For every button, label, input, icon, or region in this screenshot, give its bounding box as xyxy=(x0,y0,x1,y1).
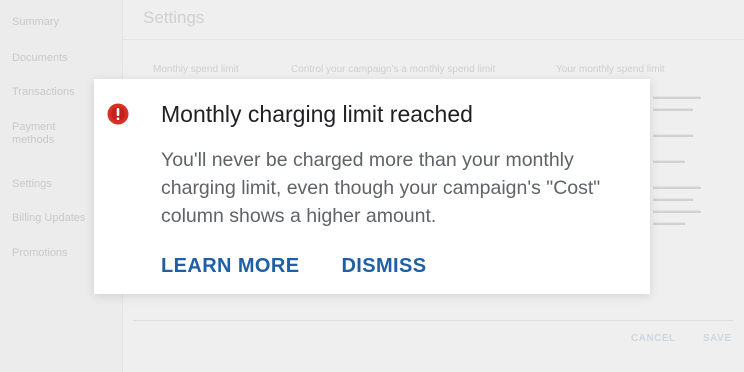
sidebar-item-settings[interactable]: Settings xyxy=(12,178,52,191)
dialog-title: Monthly charging limit reached xyxy=(161,101,473,127)
ghost-text-line: ▬▬▬▬▬ xyxy=(653,194,693,203)
ghost-text-line: ▬▬▬▬▬▬ xyxy=(653,182,701,191)
setting-row-description: Control your campaign's a monthly spend … xyxy=(291,64,496,75)
page-title: Settings xyxy=(143,8,205,27)
learn-more-button[interactable]: LEARN MORE xyxy=(161,255,299,278)
cancel-button[interactable]: CANCEL xyxy=(631,333,676,344)
ghost-text-line: ▬▬▬▬ xyxy=(653,218,685,227)
ghost-text-line: ▬▬▬▬▬ xyxy=(653,104,693,113)
ghost-text-line: ▬▬▬▬ xyxy=(653,156,685,165)
ghost-text-line: ▬▬▬▬▬▬ xyxy=(653,206,701,215)
header-divider xyxy=(123,39,744,40)
ghost-text-line: ▬▬▬▬▬▬ xyxy=(653,92,701,101)
alert-circle-icon xyxy=(107,103,129,125)
setting-row-label: Monthly spend limit xyxy=(153,64,239,75)
sidebar-item-promotions[interactable]: Promotions xyxy=(12,247,68,260)
setting-row-right-label: Your monthly spend limit xyxy=(556,64,665,75)
footer-divider xyxy=(133,320,733,321)
sidebar-item-transactions[interactable]: Transactions xyxy=(12,86,75,99)
sidebar-item-documents[interactable]: Documents xyxy=(12,52,68,65)
dialog-actions: LEARN MORE DISMISS xyxy=(161,255,427,278)
ghost-text-line: ▬▬▬▬▬ xyxy=(653,130,693,139)
dismiss-button[interactable]: DISMISS xyxy=(341,255,426,278)
charging-limit-dialog: Monthly charging limit reached You'll ne… xyxy=(94,79,650,294)
sidebar-item-billing-updates[interactable]: Billing Updates xyxy=(12,212,85,225)
sidebar-item-summary[interactable]: Summary xyxy=(12,16,59,29)
sidebar-item-payment-methods[interactable]: Payment methods xyxy=(12,121,55,147)
save-button[interactable]: SAVE xyxy=(703,333,732,344)
dialog-message: You'll never be charged more than your m… xyxy=(161,149,601,227)
screen: Summary Documents Transactions Payment m… xyxy=(0,0,744,372)
